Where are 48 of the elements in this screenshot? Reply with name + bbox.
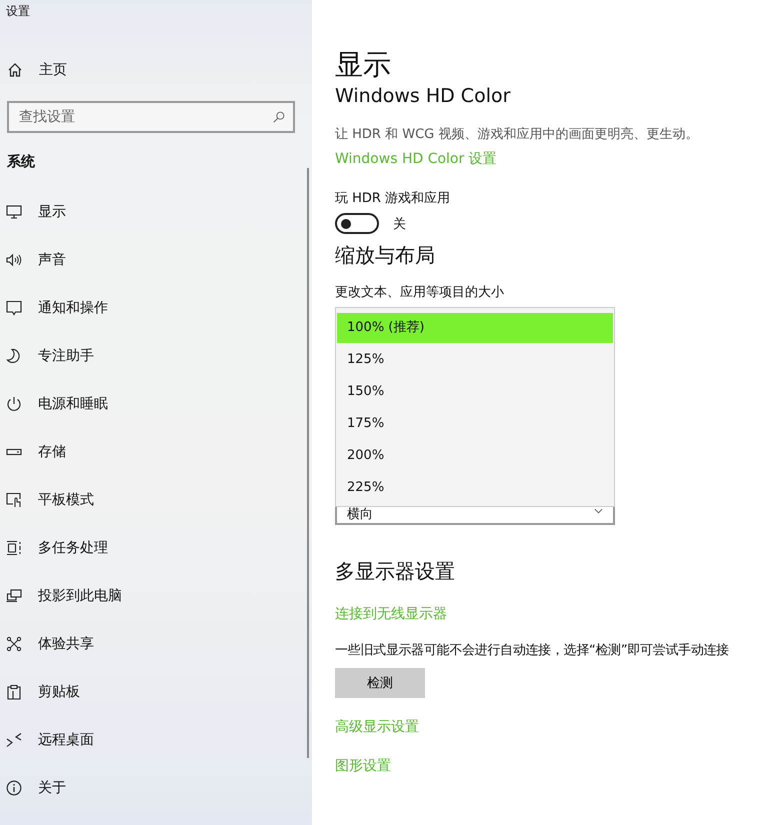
sidebar-item[interactable]: 存储 — [38, 443, 66, 461]
setting-label: 更改文本、应用等项目的大小 — [335, 284, 504, 302]
clipboard-icon — [6, 684, 22, 700]
home-icon — [7, 62, 23, 78]
sidebar-item[interactable]: 远程桌面 — [38, 731, 94, 749]
section-heading: 缩放与布局 — [335, 242, 435, 268]
description-text: 让 HDR 和 WCG 视频、游戏和应用中的画面更明亮、更生动。 — [335, 126, 698, 144]
sidebar-item[interactable]: 显示 — [38, 203, 66, 221]
sidebar-item[interactable]: 关于 — [38, 779, 66, 797]
sidebar-item[interactable]: 体验共享 — [38, 635, 94, 653]
search-icon — [272, 110, 286, 124]
section-heading: Windows HD Color — [335, 84, 510, 108]
power-icon — [6, 396, 22, 412]
toggle-switch[interactable] — [335, 213, 379, 234]
home-link[interactable]: 主页 — [39, 61, 67, 79]
dropdown-option[interactable]: 100% (推荐) — [337, 313, 613, 343]
note-text: 一些旧式显示器可能不会进行自动连接，选择“检测”即可尝试手动连接 — [335, 642, 729, 660]
setting-label: 玩 HDR 游戏和应用 — [335, 190, 450, 208]
sidebar-item[interactable]: 平板模式 — [38, 491, 94, 509]
toggle-state: 关 — [393, 216, 406, 232]
sidebar-item[interactable]: 电源和睡眠 — [38, 395, 108, 413]
sidebar-item[interactable]: 多任务处理 — [38, 539, 108, 557]
monitor-icon — [6, 204, 22, 220]
sidebar-item[interactable]: 投影到此电脑 — [38, 587, 122, 605]
share-icon — [6, 636, 22, 652]
message-icon — [6, 300, 22, 316]
tablet-hand-icon — [6, 492, 22, 508]
window-title: 设置 — [5, 3, 31, 20]
sidebar-item[interactable]: 剪贴板 — [38, 683, 80, 701]
detect-button[interactable]: 检测 — [335, 668, 425, 698]
sidebar-item[interactable]: 专注助手 — [38, 347, 94, 365]
speaker-icon — [6, 252, 22, 268]
dropdown-option[interactable]: 125% — [337, 345, 613, 377]
info-icon — [6, 780, 22, 796]
moon-icon — [6, 348, 22, 364]
multitask-icon — [6, 540, 22, 556]
sidebar-item[interactable]: 通知和操作 — [38, 299, 108, 317]
chevron-icon — [594, 508, 603, 514]
page-title: 显示 — [335, 48, 391, 82]
search-field[interactable]: 查找设置 — [7, 101, 295, 133]
dropdown-option[interactable]: 175% — [337, 409, 613, 441]
section-heading: 多显示器设置 — [335, 558, 455, 584]
sidebar-item[interactable]: 声音 — [38, 251, 66, 269]
project-screen-icon — [6, 588, 22, 604]
remote-icon — [6, 732, 22, 748]
dropdown-option[interactable]: 150% — [337, 377, 613, 409]
section-heading: 系统 — [7, 153, 36, 172]
dropdown-option[interactable]: 200% — [337, 441, 613, 473]
